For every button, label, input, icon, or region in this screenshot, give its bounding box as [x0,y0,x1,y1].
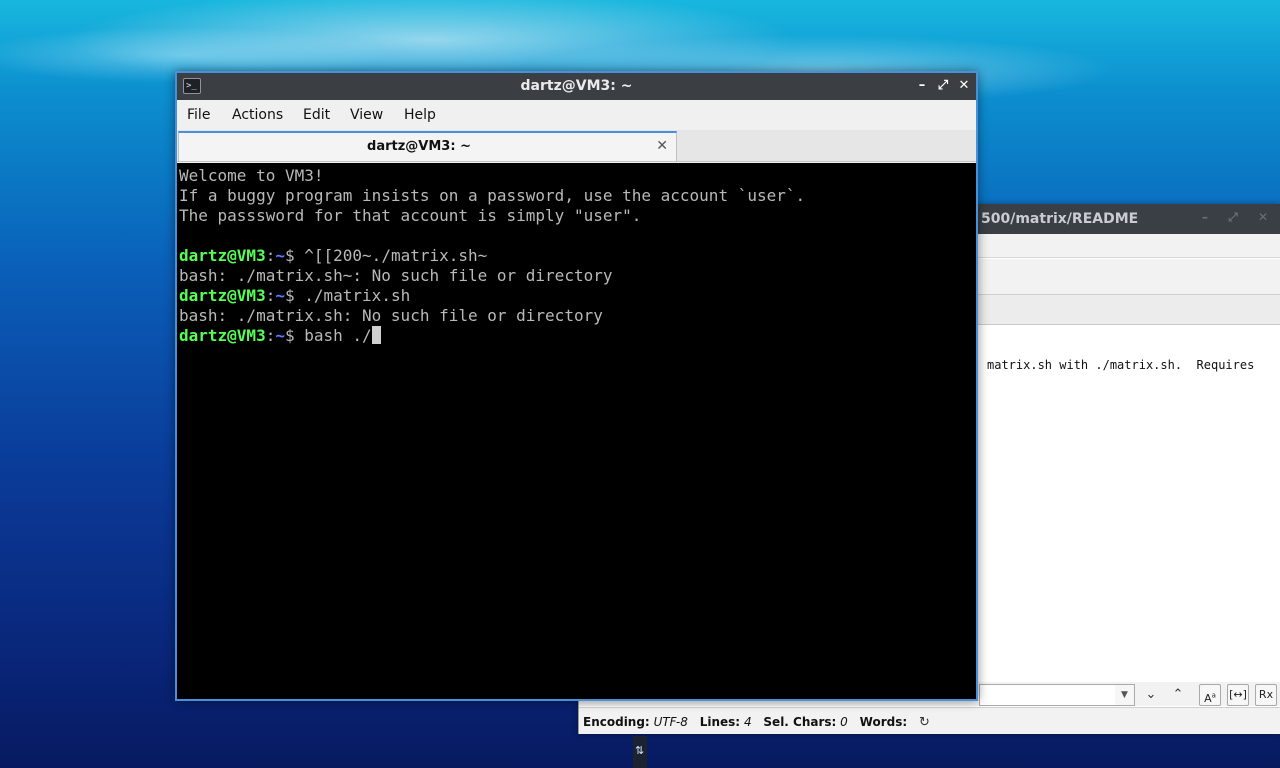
terminal-output[interactable]: Welcome to VM3! If a buggy program insis… [177,163,976,699]
minimize-button[interactable]: – [912,76,932,96]
text-cursor [371,326,381,344]
close-icon: ✕ [958,78,970,93]
minimize-icon: – [918,78,926,93]
regex-icon: Rx [1258,688,1274,701]
prompt-dollar: $ [284,326,305,345]
current-command-input[interactable]: bash ./ [304,326,371,345]
welcome-line: The passsword for that account is simply… [179,206,642,225]
lines-label: Lines: [699,715,741,729]
prompt-user-host: dartz@VM3 [179,326,266,345]
tab-bar: dartz@VM3: ~ ✕ [177,130,976,162]
editor-text-content[interactable]: matrix.sh with ./matrix.sh. Requires [987,358,1254,372]
prompt-dir: ~ [275,326,285,345]
words-label: Words: [859,715,908,729]
sel-chars-value: 0 [840,715,848,729]
maximize-icon: ⤢ [937,78,949,93]
window-title: dartz@VM3: ~ [520,78,633,94]
prompt-line: dartz@VM3:~$ ./matrix.sh [179,286,976,306]
tab-close-icon[interactable]: ✕ [656,138,668,154]
command-text: ./matrix.sh [304,286,411,305]
menu-edit[interactable]: Edit [303,107,330,123]
welcome-line: Welcome to VM3! [179,166,324,185]
menubar: File Actions Edit View Help [177,100,976,130]
editor-window-title: 500/matrix/README [981,211,1139,227]
search-input[interactable] [979,684,1134,706]
search-history-dropdown[interactable]: ▼ [1115,684,1135,706]
whole-word-toggle[interactable]: [↔] [1227,684,1249,706]
prompt-colon: : [265,326,276,345]
regex-toggle[interactable]: Rx [1255,684,1277,706]
terminal-window[interactable]: >_ dartz@VM3: ~ – ⤢ ✕ File Actions Edit … [175,71,978,701]
prompt-user-host: dartz@VM3 [179,286,266,305]
whole-word-icon: [↔] [1229,688,1247,701]
network-icon[interactable]: ⇅ [635,744,644,757]
chevron-up-icon: ⌃ [1172,687,1184,702]
tab-label: dartz@VM3: ~ [367,139,471,154]
menu-help[interactable]: Help [404,107,436,123]
menu-view[interactable]: View [350,107,383,123]
prompt-colon: : [265,246,276,265]
output-line: bash: ./matrix.sh~: No such file or dire… [179,266,613,285]
terminal-titlebar[interactable]: >_ dartz@VM3: ~ – ⤢ ✕ [177,73,976,100]
editor-window-controls[interactable]: – ⤢ ✕ [1202,210,1276,225]
chevron-down-icon: ⌄ [1145,687,1157,702]
menu-file[interactable]: File [187,107,210,123]
menu-actions[interactable]: Actions [232,107,283,123]
find-previous-button[interactable]: ⌃ [1167,685,1189,705]
editor-statusbar: Encoding: UTF-8 Lines: 4 Sel. Chars: 0 W… [579,707,1280,734]
match-case-icon: Aa [1204,691,1216,705]
prompt-dir: ~ [275,286,285,305]
command-text: ^[[200~./matrix.sh~ [304,246,488,265]
prompt-colon: : [265,286,276,305]
current-prompt-line[interactable]: dartz@VM3:~$ bash ./ [179,326,976,346]
sel-chars-label: Sel. Chars: [763,715,837,729]
prompt-line: dartz@VM3:~$ ^[[200~./matrix.sh~ [179,246,976,266]
prompt-dir: ~ [275,246,285,265]
taskbar-tray: ⇅ [633,736,647,768]
find-next-button[interactable]: ⌄ [1140,685,1162,705]
prompt-user-host: dartz@VM3 [179,246,266,265]
output-line: bash: ./matrix.sh: No such file or direc… [179,306,603,325]
prompt-dollar: $ [284,286,305,305]
encoding-label: Encoding: [583,715,650,729]
encoding-value: UTF-8 [653,715,688,729]
tab-terminal[interactable]: dartz@VM3: ~ ✕ [178,131,677,161]
close-button[interactable]: ✕ [954,76,974,96]
welcome-line: If a buggy program insists on a password… [179,186,806,205]
lines-value: 4 [743,715,752,729]
match-case-toggle[interactable]: Aa [1199,684,1221,706]
prompt-dollar: $ [284,246,305,265]
maximize-button[interactable]: ⤢ [933,76,953,96]
refresh-icon[interactable]: ↻ [919,715,930,730]
